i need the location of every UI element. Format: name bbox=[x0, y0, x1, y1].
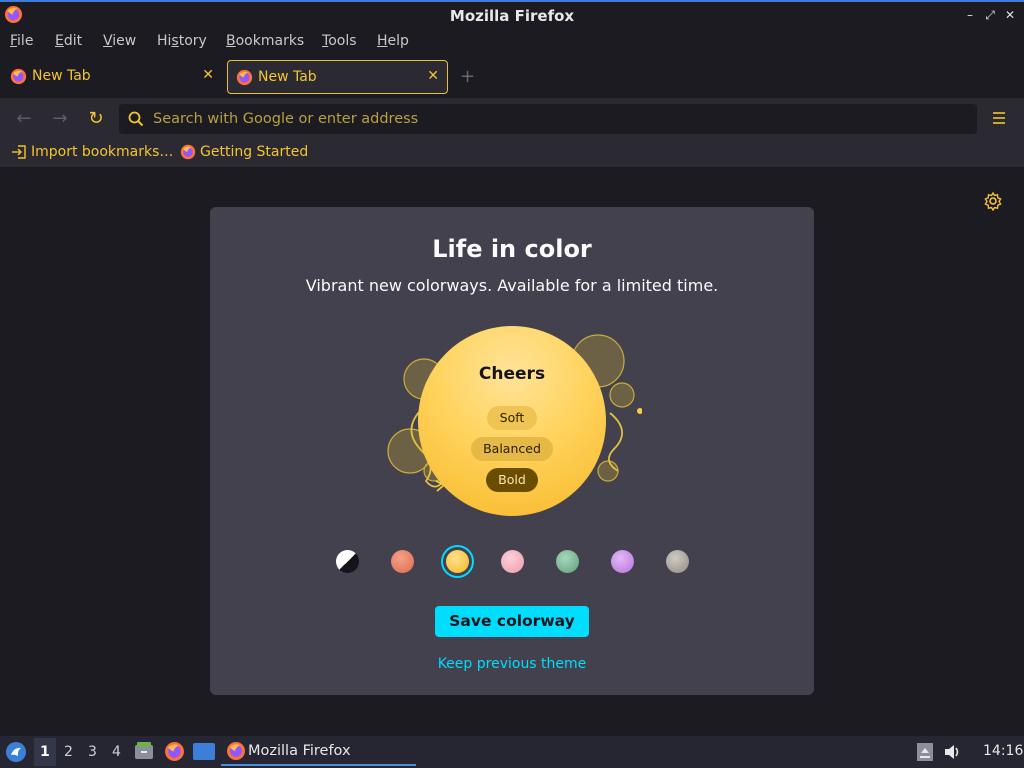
screen: Mozilla Firefox – ⤢ ✕ File Edit View His… bbox=[0, 0, 1024, 768]
firefox-icon bbox=[10, 68, 27, 85]
clock: 14:16 bbox=[983, 743, 1024, 759]
colorway-swatches bbox=[330, 544, 690, 574]
app-menu-icon[interactable] bbox=[990, 109, 1008, 127]
swatch-default[interactable] bbox=[336, 550, 359, 573]
taskbar: 1 2 3 4 Mozilla Firefox 14:16 bbox=[0, 736, 1024, 768]
menu-label: ile bbox=[17, 33, 34, 49]
reload-button[interactable]: ↻ bbox=[84, 107, 108, 131]
navigation-toolbar: ← → ↻ bbox=[0, 98, 1024, 139]
forward-button[interactable]: → bbox=[48, 107, 72, 131]
menu-tools[interactable]: Tools bbox=[322, 33, 357, 49]
menu-label: tory bbox=[178, 33, 207, 49]
colorway-name: Cheers bbox=[478, 364, 546, 384]
volume-icon[interactable] bbox=[943, 742, 963, 762]
tab-new-tab-2[interactable]: New Tab ✕ bbox=[227, 60, 448, 94]
intensity-soft-button[interactable]: Soft bbox=[487, 406, 537, 430]
firefox-icon bbox=[180, 144, 196, 160]
workspace-2[interactable]: 2 bbox=[64, 744, 73, 760]
firefox-icon bbox=[236, 69, 253, 86]
search-icon bbox=[128, 111, 144, 127]
taskbar-firefox-task[interactable]: Mozilla Firefox bbox=[221, 736, 416, 766]
tab-label: New Tab bbox=[258, 69, 317, 85]
file-manager-icon[interactable] bbox=[134, 741, 154, 761]
bookmark-getting-started[interactable]: Getting Started bbox=[180, 144, 308, 160]
menu-accel: s bbox=[171, 33, 179, 49]
menu-accel: B bbox=[226, 33, 236, 49]
bookmark-label: Import bookmarks… bbox=[31, 144, 174, 160]
import-icon bbox=[12, 145, 26, 159]
bookmarks-toolbar: Import bookmarks… Getting Started bbox=[0, 139, 1024, 167]
swatch-gray[interactable] bbox=[666, 550, 689, 573]
colorway-dialog: Life in color Vibrant new colorways. Ava… bbox=[210, 207, 814, 695]
keep-previous-theme-link[interactable]: Keep previous theme bbox=[210, 656, 814, 672]
dialog-subheading: Vibrant new colorways. Available for a l… bbox=[305, 276, 719, 295]
save-colorway-button[interactable]: Save colorway bbox=[435, 606, 589, 637]
colorway-preview: Cheers Soft Balanced Bold bbox=[418, 326, 606, 516]
tray-updates-icon[interactable] bbox=[916, 742, 934, 762]
swatch-pink[interactable] bbox=[501, 550, 524, 573]
menu-label: iew bbox=[112, 33, 137, 49]
menu-label: elp bbox=[387, 33, 409, 49]
tab-bar: New Tab ✕ New Tab ✕ + bbox=[0, 56, 1024, 98]
menu-bookmarks[interactable]: Bookmarks bbox=[226, 33, 304, 49]
menu-help[interactable]: Help bbox=[377, 33, 409, 49]
url-input[interactable] bbox=[153, 107, 953, 131]
close-window-button[interactable]: ✕ bbox=[1002, 7, 1018, 23]
firefox-icon bbox=[227, 742, 245, 760]
menu-accel: H bbox=[377, 33, 388, 49]
workspace-4[interactable]: 4 bbox=[112, 744, 121, 760]
menu-label: ools bbox=[328, 33, 357, 49]
menu-accel: E bbox=[55, 33, 64, 49]
url-bar[interactable] bbox=[119, 104, 977, 134]
firefox-launcher-icon[interactable] bbox=[164, 741, 185, 762]
swatch-green[interactable] bbox=[556, 550, 579, 573]
show-desktop-icon[interactable] bbox=[193, 742, 215, 761]
swatch-yellow[interactable] bbox=[446, 550, 469, 573]
back-button[interactable]: ← bbox=[12, 107, 36, 131]
tab-label: New Tab bbox=[32, 68, 91, 84]
maximize-button[interactable]: ⤢ bbox=[982, 7, 998, 23]
bookmark-label: Getting Started bbox=[200, 144, 309, 160]
menu-label: ookmarks bbox=[235, 33, 305, 49]
workspace-1[interactable]: 1 bbox=[40, 744, 50, 760]
window-title: Mozilla Firefox bbox=[449, 7, 575, 25]
menu-file[interactable]: File bbox=[10, 33, 33, 49]
menu-history[interactable]: History bbox=[157, 33, 207, 49]
close-tab-icon[interactable]: ✕ bbox=[202, 67, 214, 83]
task-label: Mozilla Firefox bbox=[248, 743, 351, 759]
window-title-bar: Mozilla Firefox – ⤢ ✕ bbox=[0, 0, 1024, 29]
new-tab-page: Life in color Vibrant new colorways. Ava… bbox=[0, 167, 1024, 736]
menu-label: dit bbox=[63, 33, 83, 49]
workspace-3[interactable]: 3 bbox=[88, 744, 97, 760]
new-tab-button[interactable]: + bbox=[460, 66, 475, 87]
menu-accel: V bbox=[103, 33, 113, 49]
intensity-bold-button[interactable]: Bold bbox=[486, 468, 538, 492]
menu-bar: File Edit View History Bookmarks Tools H… bbox=[0, 29, 1024, 56]
menu-view[interactable]: View bbox=[103, 33, 136, 49]
menu-edit[interactable]: Edit bbox=[55, 33, 82, 49]
close-tab-icon[interactable]: ✕ bbox=[427, 68, 439, 84]
intensity-balanced-button[interactable]: Balanced bbox=[471, 437, 553, 461]
bookmark-import[interactable]: Import bookmarks… bbox=[11, 144, 173, 160]
minimize-button[interactable]: – bbox=[962, 7, 978, 23]
tab-new-tab-1[interactable]: New Tab ✕ bbox=[2, 60, 222, 94]
gear-icon[interactable] bbox=[983, 191, 1003, 211]
dialog-heading: Life in color bbox=[432, 235, 592, 263]
swatch-purple[interactable] bbox=[611, 550, 634, 573]
menu-label: Hi bbox=[157, 33, 172, 49]
menu-accel: F bbox=[10, 33, 18, 49]
start-menu-icon[interactable] bbox=[5, 741, 27, 763]
swatch-orange[interactable] bbox=[391, 550, 414, 573]
